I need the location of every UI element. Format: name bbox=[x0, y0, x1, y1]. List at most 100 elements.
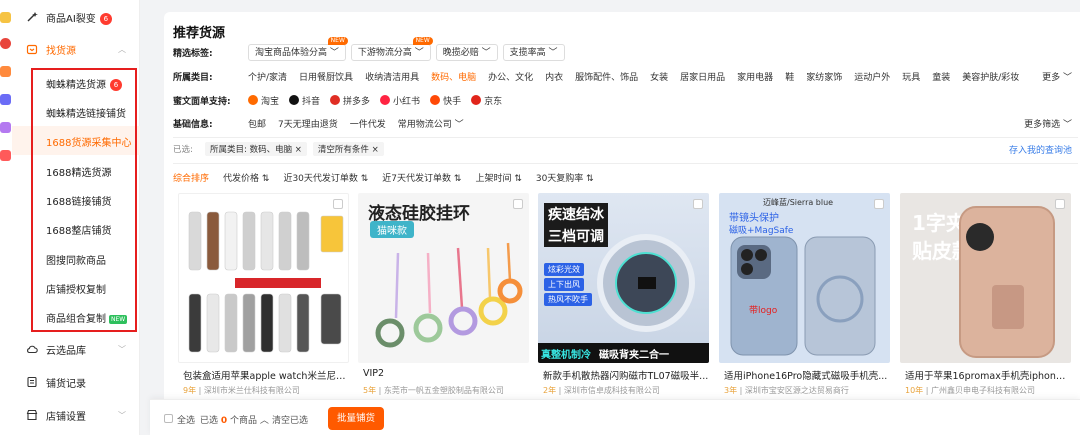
basic-option[interactable]: 包邮 bbox=[248, 117, 266, 130]
basic-option[interactable]: 一件代发 bbox=[350, 117, 386, 130]
product-image: 迈峰蓝/Sierra blue 带镜头保护 磁吸+MagSafe 带logo bbox=[719, 193, 890, 363]
product-meta: 9年 | 深圳市米兰仕科技有限公司 bbox=[183, 386, 300, 395]
select-all-checkbox[interactable] bbox=[164, 414, 173, 423]
category-option[interactable]: 女装 bbox=[650, 70, 668, 83]
new-tag: NEW bbox=[412, 36, 433, 45]
dots-app-icon[interactable] bbox=[0, 38, 11, 49]
platform-douyin[interactable]: 抖音 bbox=[289, 94, 320, 107]
category-option[interactable]: 收纳清洁用具 bbox=[365, 70, 419, 83]
category-option[interactable]: 家纺家饰 bbox=[806, 70, 842, 83]
select-checkbox[interactable] bbox=[693, 199, 703, 209]
clear-all-chip[interactable]: 清空所有条件 × bbox=[312, 142, 384, 156]
category-option[interactable]: 童装 bbox=[932, 70, 950, 83]
category-option[interactable]: 居家日用品 bbox=[680, 70, 725, 83]
product-title: 包装盒适用苹果apple watch米兰尼龙... bbox=[183, 371, 349, 382]
basic-option-dropdown[interactable]: 常用物流公司 ﹀ bbox=[398, 117, 464, 130]
select-checkbox[interactable] bbox=[513, 199, 523, 209]
select-all-label[interactable]: 全选 bbox=[177, 413, 195, 426]
tag-app-icon[interactable] bbox=[0, 150, 11, 161]
sidebar-item-label: 商品AI裂变 6 bbox=[46, 10, 112, 25]
category-option[interactable]: 运动户外 bbox=[854, 70, 890, 83]
platform-xiaohongshu[interactable]: 小红书 bbox=[380, 94, 420, 107]
company-name: 东莞市一帆五金塑胶制品有限公司 bbox=[383, 386, 504, 395]
platform-kuaishou[interactable]: 快手 bbox=[430, 94, 461, 107]
product-card[interactable]: 1字夹 贴皮款 适用于苹果16promax手机壳iphone1... 10年 |… bbox=[900, 193, 1071, 408]
batch-distribute-button[interactable]: 批量铺货 bbox=[328, 407, 384, 430]
category-option[interactable]: 办公、文化 bbox=[488, 70, 533, 83]
select-checkbox[interactable] bbox=[874, 199, 884, 209]
chat-app-icon[interactable] bbox=[0, 122, 11, 133]
platform-taobao[interactable]: 淘宝 bbox=[248, 94, 279, 107]
sort-default[interactable]: 综合排序 bbox=[173, 171, 209, 184]
sidebar-item-store-settings[interactable]: 店铺设置 ﹀ bbox=[12, 402, 140, 428]
sidebar-item-ai-fission[interactable]: 商品AI裂变 6 bbox=[12, 4, 140, 30]
product-meta: 5年 | 东莞市一帆五金塑胶制品有限公司 bbox=[363, 386, 504, 395]
sidebar-item-label: 店铺设置 bbox=[46, 411, 86, 423]
selected-chip[interactable]: 所属类目: 数码、电脑 × bbox=[205, 142, 307, 156]
sort-orders-30d[interactable]: 近30天代发订单数 ⇅ bbox=[283, 171, 368, 184]
tag-chip[interactable]: 支揽率高 ﹀ bbox=[502, 43, 565, 61]
gift-app-icon[interactable] bbox=[0, 66, 11, 77]
clear-selected-link[interactable]: 清空已选 bbox=[272, 413, 308, 426]
product-card[interactable]: 迈峰蓝/Sierra blue 带镜头保护 磁吸+MagSafe 带logo 适… bbox=[719, 193, 890, 408]
sort-orders-7d[interactable]: 近7天代发订单数 ⇅ bbox=[382, 171, 461, 184]
category-option[interactable]: 鞋 bbox=[785, 70, 794, 83]
product-title: 适用于苹果16promax手机壳iphone1... bbox=[905, 371, 1071, 382]
product-card[interactable]: 液态硅胶挂环 猫咪款 VIP2 5年 | 东莞市一帆五金塑胶制品有限公司 bbox=[358, 193, 529, 408]
category-option[interactable]: 内衣 bbox=[545, 70, 563, 83]
category-option[interactable]: 家用电器 bbox=[737, 70, 773, 83]
select-checkbox[interactable] bbox=[333, 199, 343, 209]
tag-chip[interactable]: 晚揽必赔 ﹀ bbox=[435, 43, 498, 61]
tag-chip[interactable]: 下游物流分高 ﹀ NEW bbox=[350, 36, 433, 61]
product-title: 适用iPhone16Pro隐藏式磁吸手机壳... bbox=[724, 371, 888, 382]
chevron-down-icon: ﹀ bbox=[118, 410, 126, 420]
sort-bar: 综合排序 代发价格 ⇅ 近30天代发订单数 ⇅ 近7天代发订单数 ⇅ 上架时间 … bbox=[173, 170, 608, 184]
sidebar-item-label: 找货源 bbox=[46, 45, 76, 57]
chevron-down-icon: ﹀ bbox=[118, 344, 126, 354]
filter-label: 精选标签: bbox=[173, 48, 213, 59]
category-option[interactable]: 美容护肤/彩妆 bbox=[962, 70, 1019, 83]
category-more-button[interactable]: 更多 ﹀ bbox=[1042, 70, 1072, 83]
pinduoduo-icon bbox=[330, 95, 341, 105]
product-title: 新款手机散热器闪购磁市TL07磁吸半... bbox=[543, 371, 709, 382]
tag-chip[interactable]: 淘宝商品体验分高 ﹀ NEW bbox=[248, 36, 348, 61]
select-checkbox[interactable] bbox=[1055, 199, 1065, 209]
star-app-icon[interactable] bbox=[0, 12, 11, 23]
category-option[interactable]: 日用餐厨饮具 bbox=[299, 70, 353, 83]
basic-option[interactable]: 7天无理由退货 bbox=[278, 117, 338, 130]
more-filter-button[interactable]: 更多筛选 ﹀ bbox=[1024, 117, 1072, 130]
kuaishou-icon bbox=[430, 95, 441, 105]
sort-price[interactable]: 代发价格 ⇅ bbox=[223, 171, 269, 184]
recommended-panel: 推荐货源 精选标签: 淘宝商品体验分高 ﹀ NEW 下游物流分高 ﹀ NEW 晚揽必… bbox=[164, 12, 1080, 435]
product-card[interactable]: 疾速结冰 三档可调 炫彩光效 上下出风 热风不吹手 真整机制冷 磁吸背夹二合一 新… bbox=[538, 193, 709, 408]
selected-conditions: 已选: 所属类目: 数码、电脑 × 清空所有条件 × 存入我的查询池 bbox=[173, 140, 1078, 158]
filter-row-tags: 精选标签: 淘宝商品体验分高 ﹀ NEW 下游物流分高 ﹀ NEW 晚揽必赔 ﹀ 支… bbox=[173, 36, 1078, 61]
selected-count-text: 已选 0 个商品 ︿ bbox=[200, 416, 269, 426]
save-query-link[interactable]: 存入我的查询池 bbox=[1009, 143, 1072, 156]
category-option[interactable]: 玩具 bbox=[902, 70, 920, 83]
app-icon-strip bbox=[0, 0, 12, 435]
divider bbox=[173, 137, 1078, 138]
company-name: 深圳市宝安区源之达贸易商行 bbox=[744, 386, 849, 395]
highlight-box bbox=[31, 68, 137, 332]
sidebar-item-cloud-library[interactable]: 云选品库 ﹀ bbox=[12, 336, 140, 362]
sidebar-item-find-source[interactable]: 找货源 ︿ bbox=[12, 36, 140, 62]
shop-years: 9年 bbox=[183, 386, 197, 395]
sidebar-item-label: 铺货记录 bbox=[46, 378, 86, 390]
category-option[interactable]: 个护/家清 bbox=[248, 70, 287, 83]
sort-repurchase[interactable]: 30天复购率 ⇅ bbox=[536, 171, 594, 184]
filter-row-category: 所属类目: 个护/家清 日用餐厨饮具 收纳清洁用具 数码、电脑 办公、文化 内衣… bbox=[173, 67, 1078, 85]
image-footer: 真整机制冷 磁吸背夹二合一 bbox=[538, 343, 709, 363]
platform-jd[interactable]: 京东 bbox=[471, 94, 502, 107]
shop-years: 10年 bbox=[905, 386, 924, 395]
sidebar-item-records[interactable]: 铺货记录 bbox=[12, 369, 140, 395]
sidebar-item-label: 云选品库 bbox=[46, 345, 86, 357]
shop-years: 5年 bbox=[363, 386, 377, 395]
sort-listing-time[interactable]: 上架时间 ⇅ bbox=[475, 171, 521, 184]
platform-pinduoduo[interactable]: 拼多多 bbox=[330, 94, 370, 107]
product-card[interactable]: 包装盒适用苹果apple watch米兰尼龙... 9年 | 深圳市米兰仕科技有… bbox=[178, 193, 349, 408]
category-option[interactable]: 服饰配件、饰品 bbox=[575, 70, 638, 83]
filter-row-platform: 蜜文面单支持: 淘宝 抖音 拼多多 小红书 快手 京东 bbox=[173, 91, 1078, 109]
category-option-selected[interactable]: 数码、电脑 bbox=[431, 70, 476, 83]
ai-app-icon[interactable] bbox=[0, 94, 11, 105]
